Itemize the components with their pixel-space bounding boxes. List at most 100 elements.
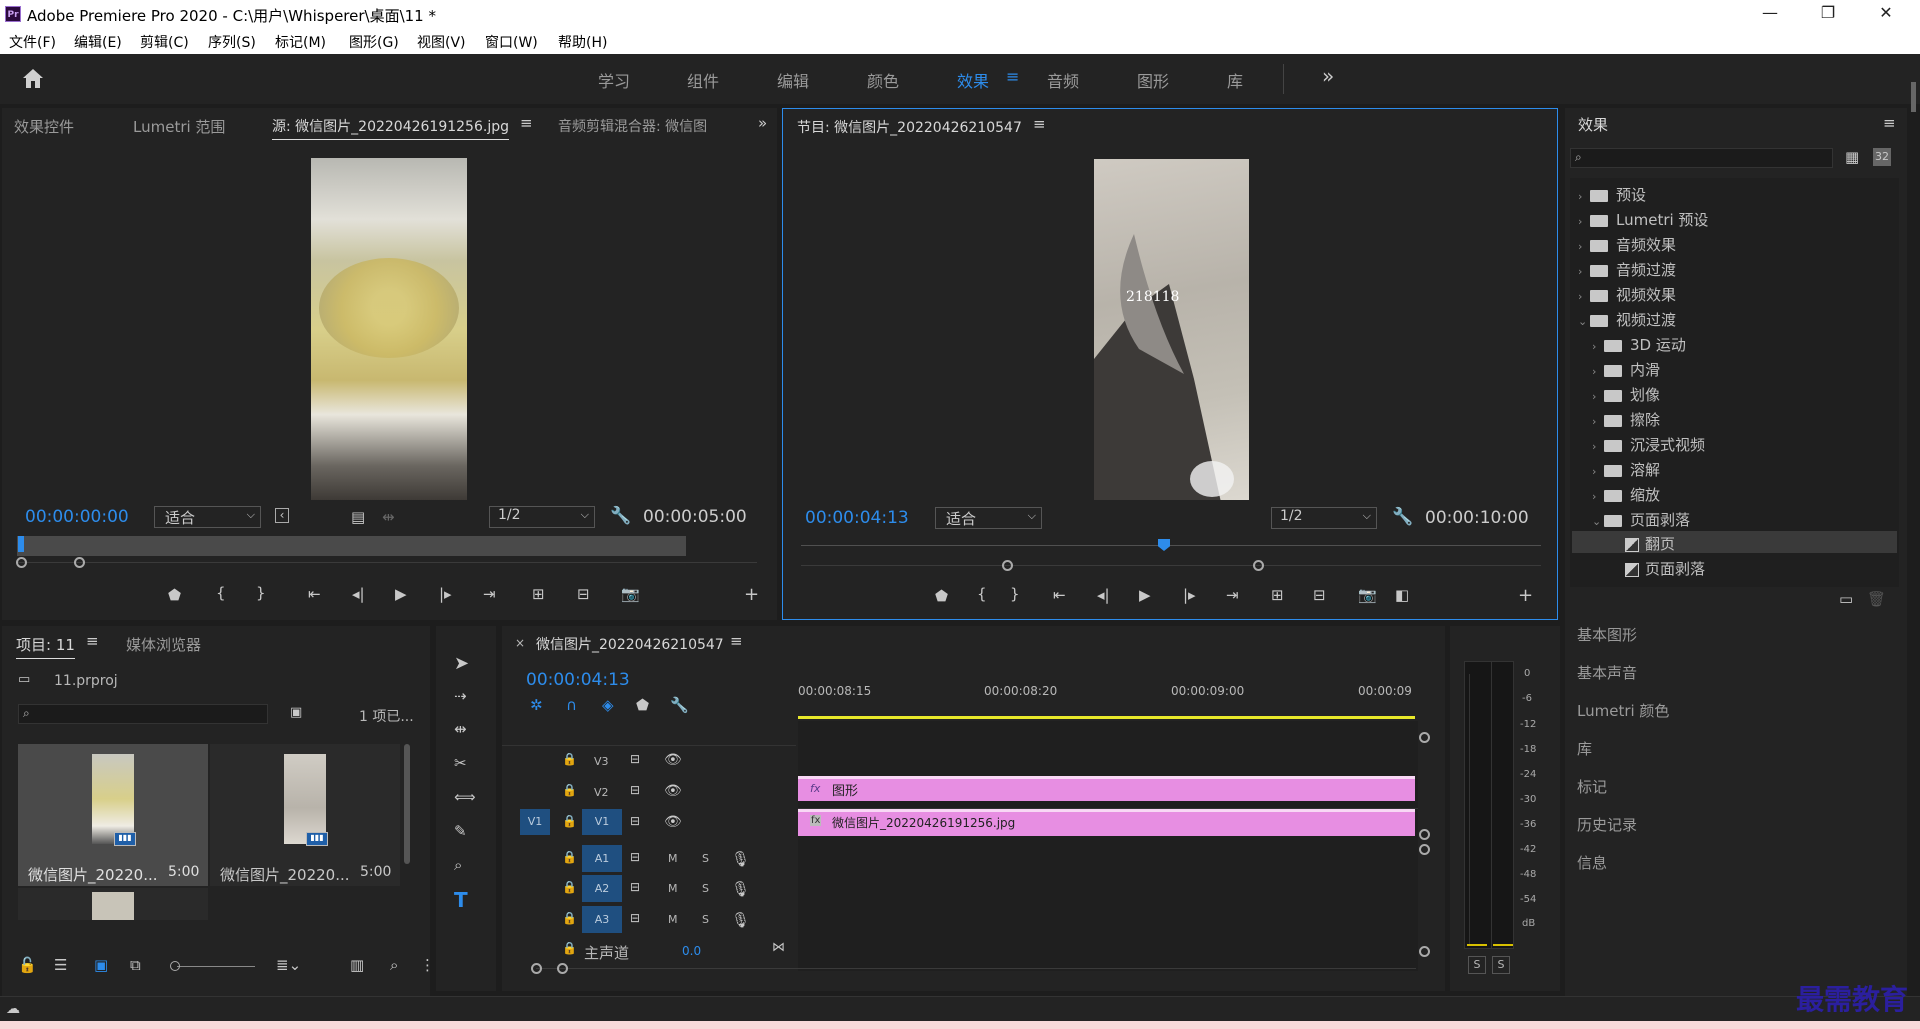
workspace-assembly[interactable]: 组件 [687, 68, 719, 92]
more-workspaces-icon[interactable]: » [1322, 64, 1334, 88]
a1-mute[interactable]: M [668, 852, 678, 865]
effect-page-peel[interactable]: 页面剥落 [1625, 558, 1705, 579]
source-timecode[interactable]: 00:00:00:00 [25, 507, 129, 527]
clip-image[interactable]: fx 微信图片_20220426191256.jpg [798, 809, 1415, 836]
hand-tool-icon[interactable]: ⌕ [454, 856, 462, 874]
a3-mute[interactable]: M [668, 913, 678, 926]
export-frame-icon[interactable]: 📷 [621, 585, 640, 603]
comparison-view-icon[interactable]: ◧ [1395, 586, 1409, 604]
maximize-button[interactable]: ❐ [1808, 3, 1848, 25]
menu-view[interactable]: 视图(V) [417, 32, 466, 52]
snap-icon[interactable]: ∩ [566, 696, 577, 714]
program-scrub-bar[interactable] [801, 545, 1541, 546]
lock-icon[interactable]: 🔓 [18, 956, 37, 974]
master-keyframe-icon[interactable]: ⋈ [772, 940, 785, 955]
zoom-slider-handle[interactable] [170, 961, 180, 971]
more-tabs-icon[interactable]: » [758, 114, 767, 132]
insert-icon[interactable]: ‹ [275, 508, 289, 523]
program-mark-in-icon[interactable]: { [977, 585, 987, 603]
a1-mic-icon[interactable]: 🎙 [731, 850, 750, 868]
a1-label[interactable]: A1 [582, 845, 622, 872]
right-scrollbar[interactable] [1911, 82, 1916, 112]
step-forward-icon[interactable]: |▸ [439, 585, 452, 603]
effect-folder-dissolve[interactable]: › 溶解 [1592, 459, 1660, 480]
pen-tool-icon[interactable]: ✎ [454, 822, 467, 840]
effect-folder-video-transitions[interactable]: ⌄ 视频过渡 [1578, 309, 1676, 330]
v1-lock-icon[interactable]: 🔒 [562, 814, 577, 828]
menu-window[interactable]: 窗口(W) [485, 32, 538, 52]
program-add-button-icon[interactable]: + [1518, 585, 1533, 606]
project-search-icon[interactable]: ⌕ [390, 956, 398, 974]
source-menu-icon[interactable]: ≡ [520, 114, 533, 132]
effect-folder-page-peel[interactable]: ⌄ 页面剥落 [1592, 509, 1690, 530]
accelerated-effects-icon[interactable]: ▦ [1845, 148, 1859, 166]
program-play-icon[interactable]: ▶ [1139, 586, 1151, 604]
effect-folder-slide[interactable]: › 内滑 [1592, 359, 1660, 380]
program-menu-icon[interactable]: ≡ [1033, 115, 1046, 133]
mark-out-icon[interactable]: } [256, 584, 266, 602]
effect-folder-lumetri-presets[interactable]: › Lumetri 预设 [1578, 209, 1708, 230]
home-icon[interactable] [20, 66, 46, 90]
project-item-1[interactable]: ▮▮▮ 微信图片_20220... 5:00 [18, 744, 208, 886]
effect-folder-zoom[interactable]: › 缩放 [1592, 484, 1660, 505]
v1-sync-icon[interactable]: ⊟ [630, 814, 640, 828]
zoom-handle-right[interactable] [74, 557, 85, 568]
effects-search-input[interactable]: ⌕ [1570, 148, 1833, 168]
v2-eye-icon[interactable]: 👁 [664, 783, 682, 799]
insert-clip-icon[interactable]: ⊞ [532, 585, 545, 603]
source-zoom-bar[interactable] [17, 562, 757, 563]
project-menu-icon[interactable]: ≡ [86, 632, 99, 650]
timeline-settings-icon[interactable]: 🔧 [670, 696, 689, 714]
selection-tool-icon[interactable]: ➤ [454, 653, 469, 674]
master-lock-icon[interactable]: 🔒 [562, 941, 577, 955]
linked-selection-icon[interactable]: ◈ [602, 696, 614, 714]
panel-essential-sound[interactable]: 基本声音 [1577, 662, 1637, 683]
a3-sync-icon[interactable]: ⊟ [630, 911, 640, 925]
effect-folder-audio-transitions[interactable]: › 音频过渡 [1578, 259, 1676, 280]
find-icon[interactable]: ▣ [290, 705, 302, 720]
effect-folder-video-effects[interactable]: › 视频效果 [1578, 284, 1676, 305]
source-playhead[interactable] [18, 536, 24, 552]
work-area-bar[interactable] [798, 716, 1415, 719]
program-mark-out-icon[interactable]: } [1010, 585, 1020, 603]
mark-in-icon[interactable]: { [216, 584, 226, 602]
workspace-libraries[interactable]: 库 [1227, 68, 1243, 92]
program-wrench-icon[interactable]: 🔧 [1392, 507, 1413, 527]
a3-mic-icon[interactable]: 🎙 [731, 911, 750, 929]
effects-menu-icon[interactable]: ≡ [1883, 114, 1896, 132]
razor-tool-icon[interactable]: ✂ [454, 754, 467, 772]
go-to-out-icon[interactable]: ⇥ [483, 585, 496, 603]
v2-lock-icon[interactable]: 🔒 [562, 783, 577, 797]
lift-icon[interactable]: ⊞ [1271, 586, 1284, 604]
source-scrub-bar[interactable] [17, 536, 686, 556]
timeline-timecode[interactable]: 00:00:04:13 [526, 670, 630, 690]
timeline-zoom-left[interactable] [531, 963, 542, 974]
tab-source[interactable]: 源: 微信图片_20220426191256.jpg [272, 116, 509, 140]
project-search-input[interactable]: ⌕ [18, 704, 268, 724]
menu-graphics[interactable]: 图形(G) [349, 32, 399, 52]
program-fit-select[interactable]: 适合 ⌵ [935, 507, 1042, 529]
workspace-color[interactable]: 颜色 [867, 68, 899, 92]
effect-folder-3d-motion[interactable]: › 3D 运动 [1592, 334, 1686, 355]
sort-icon[interactable]: ≣⌄ [276, 956, 301, 974]
v-scroll-top-handle[interactable] [1419, 732, 1430, 743]
nest-icon[interactable]: ✲ [530, 696, 543, 714]
workspace-menu-icon[interactable]: ≡ [1006, 67, 1019, 86]
delete-icon[interactable]: 🗑 [1867, 590, 1886, 608]
project-item-2[interactable]: ▮▮▮ 微信图片_20220... 5:00 [210, 744, 400, 886]
timeline-zoom-bar[interactable] [536, 968, 1416, 969]
source-fit-select[interactable]: 适合 ⌵ [154, 506, 261, 528]
workspace-effects[interactable]: 效果 [957, 68, 989, 92]
panel-markers[interactable]: 标记 [1577, 776, 1607, 797]
a2-mic-icon[interactable]: 🎙 [731, 880, 750, 898]
icon-view-icon[interactable]: ▣ [94, 956, 108, 974]
zoom-slider[interactable] [177, 966, 255, 967]
clip-graphics[interactable]: fx 图形 [798, 776, 1415, 801]
more-icon[interactable]: ⋮ [420, 956, 435, 974]
tab-project[interactable]: 项目: 11 [16, 634, 75, 659]
freeform-view-icon[interactable]: ⧉ [130, 956, 141, 974]
tab-audio-clip-mixer[interactable]: 音频剪辑混合器: 微信图 [558, 116, 730, 136]
effect-folder-audio-effects[interactable]: › 音频效果 [1578, 234, 1676, 255]
tab-lumetri-scopes[interactable]: Lumetri 范围 [133, 116, 225, 137]
master-volume[interactable]: 0.0 [682, 944, 701, 958]
